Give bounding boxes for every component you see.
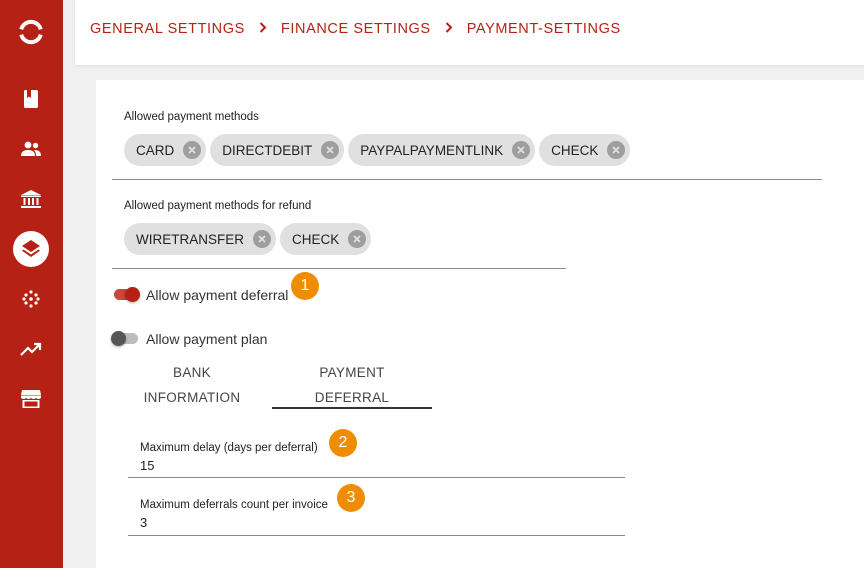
chevron-right-icon bbox=[245, 21, 281, 37]
breadcrumb-finance-settings[interactable]: FINANCE SETTINGS bbox=[281, 21, 431, 37]
tab-label-line1: PAYMENT bbox=[319, 365, 385, 380]
chip-label: CHECK bbox=[292, 231, 340, 247]
chip-check: CHECK bbox=[539, 134, 631, 166]
store-icon[interactable] bbox=[16, 384, 46, 414]
close-icon[interactable] bbox=[512, 141, 531, 159]
annotation-badge-2: 2 bbox=[329, 429, 357, 457]
close-icon[interactable] bbox=[607, 141, 626, 159]
payment-methods-label: Allowed payment methods bbox=[124, 111, 259, 123]
tab-active-indicator bbox=[272, 407, 432, 409]
max-deferrals-underline bbox=[128, 535, 625, 536]
tab-bank-information[interactable]: BANK INFORMATION bbox=[112, 360, 272, 410]
settings-card: Allowed payment methods CARD DIRECTDEBIT… bbox=[96, 80, 864, 568]
chip-label: CARD bbox=[136, 142, 175, 158]
chip-card: CARD bbox=[124, 134, 207, 166]
breadcrumb-payment-settings[interactable]: PAYMENT-SETTINGS bbox=[467, 21, 621, 37]
payment-plan-toggle-label[interactable]: Allow payment plan bbox=[146, 331, 267, 347]
chip-paypalpaymentlink: PAYPALPAYMENTLINK bbox=[348, 134, 536, 166]
top-header: GENERAL SETTINGS FINANCE SETTINGS PAYMEN… bbox=[75, 0, 864, 65]
close-icon[interactable] bbox=[321, 141, 340, 159]
chip-label: CHECK bbox=[551, 142, 599, 158]
close-icon[interactable] bbox=[253, 230, 271, 248]
sidebar bbox=[0, 0, 63, 568]
annotation-badge-3: 3 bbox=[337, 484, 365, 512]
payment-plan-toggle[interactable] bbox=[111, 329, 141, 349]
chip-directdebit: DIRECTDEBIT bbox=[210, 134, 345, 166]
trending-up-icon[interactable] bbox=[16, 334, 46, 364]
book-icon[interactable] bbox=[16, 84, 46, 114]
app-logo-icon[interactable] bbox=[16, 17, 46, 47]
payment-methods-underline bbox=[112, 179, 822, 180]
chip-label: WIRETRANSFER bbox=[136, 231, 244, 247]
max-deferrals-input[interactable]: 3 bbox=[140, 515, 147, 530]
refund-methods-label: Allowed payment methods for refund bbox=[124, 200, 312, 212]
tab-payment-deferral[interactable]: PAYMENT DEFERRAL bbox=[272, 360, 432, 410]
deferral-toggle[interactable] bbox=[111, 285, 141, 305]
breadcrumb-general-settings[interactable]: GENERAL SETTINGS bbox=[90, 21, 245, 37]
bank-icon[interactable] bbox=[16, 184, 46, 214]
layers-icon[interactable] bbox=[13, 231, 49, 267]
max-deferrals-label: Maximum deferrals count per invoice bbox=[140, 499, 328, 511]
max-delay-input[interactable]: 15 bbox=[140, 458, 154, 473]
chip-wiretransfer: WIRETRANSFER bbox=[124, 223, 276, 255]
payment-methods-chips[interactable]: CARD DIRECTDEBIT PAYPALPAYMENTLINK CHECK bbox=[124, 134, 631, 166]
chip-check-refund: CHECK bbox=[280, 223, 372, 255]
tab-label-line2: INFORMATION bbox=[143, 390, 241, 405]
users-icon[interactable] bbox=[16, 134, 46, 164]
breadcrumb: GENERAL SETTINGS FINANCE SETTINGS PAYMEN… bbox=[90, 21, 621, 37]
chip-label: PAYPALPAYMENTLINK bbox=[360, 142, 504, 158]
close-icon[interactable] bbox=[183, 141, 202, 159]
annotation-badge-1: 1 bbox=[291, 272, 319, 300]
max-delay-label: Maximum delay (days per deferral) bbox=[140, 442, 318, 454]
max-delay-underline bbox=[128, 477, 625, 478]
refund-methods-chips[interactable]: WIRETRANSFER CHECK bbox=[124, 223, 372, 255]
dots-grid-icon[interactable] bbox=[16, 284, 46, 314]
close-icon[interactable] bbox=[348, 230, 367, 248]
chip-label: DIRECTDEBIT bbox=[222, 142, 313, 158]
chevron-right-icon bbox=[431, 21, 467, 37]
deferral-toggle-label[interactable]: Allow payment deferral bbox=[146, 287, 288, 303]
refund-methods-underline bbox=[112, 268, 566, 269]
tab-label-line1: BANK bbox=[173, 365, 211, 380]
